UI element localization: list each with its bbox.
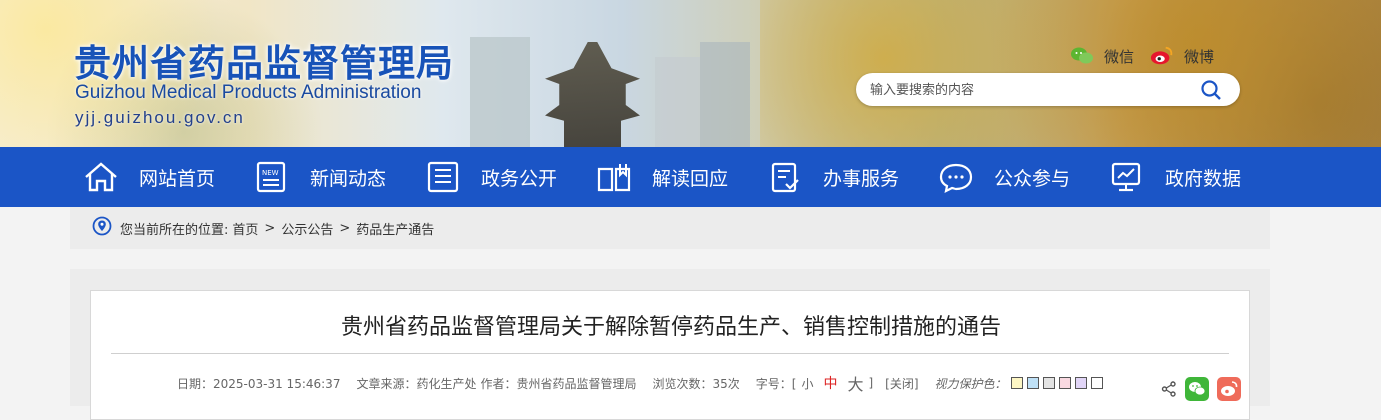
breadcrumb-item-drug-production[interactable]: 药品生产通告 [356, 219, 434, 238]
weibo-share-icon[interactable] [1217, 377, 1241, 405]
article-author: 作者：贵州省药品监督管理局 [480, 376, 637, 391]
wechat-icon [1070, 45, 1094, 67]
weibo-link[interactable]: 微博 [1150, 45, 1214, 67]
view-count: 浏览次数：35次 [652, 376, 740, 391]
nav-label: 解读回应 [652, 167, 729, 190]
eye-protection-label: 视力保护色： [934, 376, 1007, 391]
article-meta: 日期：2025-03-31 15:46:37 文章来源：药化生产处 作者：贵州省… [177, 371, 1103, 395]
site-title-en: Guizhou Medical Products Administration [75, 82, 422, 103]
share-bar [1153, 377, 1241, 405]
breadcrumb: 您当前所在的位置: 首页 > 公示公告 > 药品生产通告 [70, 207, 1270, 249]
nav-item-home[interactable]: 网站首页 [83, 147, 215, 207]
eye-color-swatch[interactable] [1058, 377, 1071, 389]
breadcrumb-prefix: 您当前所在的位置: [120, 222, 229, 238]
article-source: 文章来源：药化生产处 [356, 376, 477, 391]
breadcrumb-item-notices[interactable]: 公示公告 [281, 219, 333, 238]
service-icon [771, 162, 799, 193]
search-input[interactable] [870, 79, 1190, 101]
weixin-link[interactable]: 微信 [1070, 45, 1134, 67]
article-title: 贵州省药品监督管理局关于解除暂停药品生产、销售控制措施的通告 [340, 315, 1001, 340]
header-banner: 贵州省药品监督管理局 Guizhou Medical Products Admi… [0, 0, 1381, 147]
document-icon [427, 161, 459, 193]
font-size-large[interactable]: 大 [847, 371, 863, 395]
data-icon [1111, 162, 1141, 192]
weibo-icon [1150, 45, 1174, 67]
chat-icon [939, 163, 973, 193]
nav-item-gov-data[interactable]: 政府数据 [1109, 147, 1241, 207]
weixin-label: 微信 [1104, 47, 1135, 66]
article-panel: 贵州省药品监督管理局关于解除暂停药品生产、销售控制措施的通告 日期：2025-0… [90, 290, 1250, 420]
breadcrumb-separator: > [264, 220, 276, 236]
svg-text:NEW: NEW [262, 169, 279, 177]
banner-building [655, 57, 700, 147]
weibo-label: 微博 [1184, 47, 1215, 66]
banner-building [700, 42, 750, 147]
eye-color-swatch[interactable] [1074, 377, 1087, 389]
news-icon: NEW [256, 161, 286, 193]
nav-item-news[interactable]: NEW 新闻动态 [254, 147, 386, 207]
nav-label: 网站首页 [139, 167, 216, 190]
book-icon [597, 164, 631, 192]
location-pin-icon [92, 216, 112, 240]
nav-label: 政务公开 [481, 167, 558, 190]
title-divider [111, 353, 1229, 354]
nav-item-services[interactable]: 办事服务 [767, 147, 899, 207]
nav-label: 政府数据 [1165, 167, 1242, 190]
breadcrumb-separator: > [339, 220, 351, 236]
font-size-bracket: ] [868, 376, 874, 390]
font-size-label: 字号：[ [755, 376, 797, 391]
search-box [856, 73, 1240, 106]
eye-color-swatch[interactable] [1042, 377, 1055, 389]
eye-color-swatch[interactable] [1026, 377, 1039, 389]
search-icon[interactable] [1200, 79, 1222, 101]
font-size-medium[interactable]: 中 [823, 373, 837, 393]
home-icon [85, 162, 117, 192]
nav-label: 新闻动态 [310, 167, 387, 190]
nav-item-interpretation[interactable]: 解读回应 [596, 147, 728, 207]
wechat-share-icon[interactable] [1185, 377, 1209, 405]
share-icon[interactable] [1161, 381, 1177, 401]
font-size-small[interactable]: 小 [801, 375, 813, 392]
main-nav: 网站首页 NEW 新闻动态 政务公开 解读回应 办事服务 公众参与 政府数据 [0, 147, 1381, 207]
site-url: yjj.guizhou.gov.cn [75, 108, 245, 127]
eye-color-swatch[interactable] [1090, 377, 1103, 389]
nav-label: 办事服务 [823, 167, 900, 190]
eye-color-swatch[interactable] [1010, 377, 1023, 389]
nav-item-participation[interactable]: 公众参与 [938, 147, 1070, 207]
nav-label: 公众参与 [994, 167, 1071, 190]
banner-pavilion [545, 42, 640, 147]
site-title-cn[interactable]: 贵州省药品监督管理局 [74, 33, 454, 87]
publish-date: 日期：2025-03-31 15:46:37 [177, 376, 341, 391]
banner-building [470, 37, 530, 147]
nav-item-gov-affairs[interactable]: 政务公开 [425, 147, 557, 207]
breadcrumb-item-home[interactable]: 首页 [232, 219, 258, 238]
close-button[interactable]: [关闭] [885, 375, 918, 392]
